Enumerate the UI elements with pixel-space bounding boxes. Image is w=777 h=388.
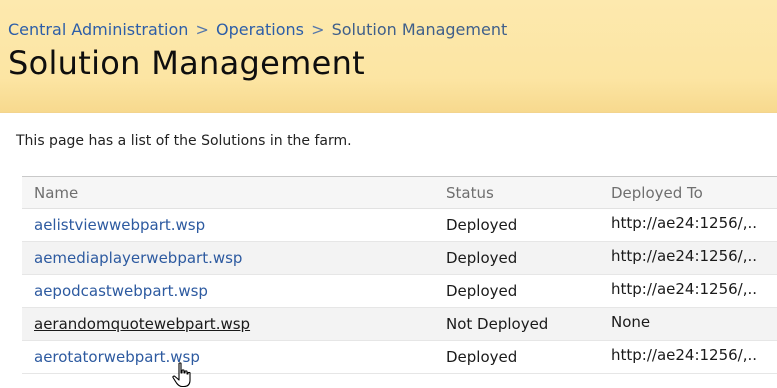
solution-status: Deployed (446, 249, 518, 267)
solution-deployed-to-cell: http://ae24:1256/,.. (611, 275, 777, 308)
solution-link[interactable]: aelistviewwebpart.wsp (34, 216, 205, 234)
page-description: This page has a list of the Solutions in… (16, 133, 352, 149)
solution-status: Deployed (446, 348, 518, 366)
solution-name-cell: aemediaplayerwebpart.wsp (22, 242, 446, 275)
column-header-status[interactable]: Status (446, 177, 611, 209)
solution-name-cell: aelistviewwebpart.wsp (22, 209, 446, 242)
breadcrumb-current: Solution Management (331, 20, 508, 39)
column-header-name[interactable]: Name (22, 177, 446, 209)
solutions-table-container: Name Status Deployed To aelistviewwebpar… (22, 176, 777, 374)
solution-name-cell: aerotatorwebpart.wsp (22, 341, 446, 374)
table-row: aelistviewwebpart.wsp Deployed http://ae… (22, 209, 777, 242)
solution-status: Deployed (446, 216, 518, 234)
solution-deployed-to: None (611, 313, 651, 331)
solution-status: Not Deployed (446, 315, 549, 333)
solution-deployed-to: http://ae24:1256/,.. (611, 214, 758, 232)
solutions-table: Name Status Deployed To aelistviewwebpar… (22, 176, 777, 374)
table-row: aerotatorwebpart.wsp Deployed http://ae2… (22, 341, 777, 374)
breadcrumb-operations[interactable]: Operations (216, 20, 304, 39)
title-banner: Central Administration > Operations > So… (0, 0, 777, 113)
table-header-row: Name Status Deployed To (22, 176, 777, 209)
table-row: aerandomquotewebpart.wsp Not Deployed No… (22, 307, 777, 341)
solution-name-cell: aepodcastwebpart.wsp (22, 275, 446, 308)
solution-status: Deployed (446, 282, 518, 300)
table-row: aemediaplayerwebpart.wsp Deployed http:/… (22, 241, 777, 275)
solution-link[interactable]: aerandomquotewebpart.wsp (34, 315, 250, 333)
solution-deployed-to: http://ae24:1256/,.. (611, 280, 758, 298)
column-header-deployed-to[interactable]: Deployed To (611, 177, 777, 209)
breadcrumb-separator: > (311, 20, 325, 39)
breadcrumb-separator: > (195, 20, 209, 39)
table-row: aepodcastwebpart.wsp Deployed http://ae2… (22, 275, 777, 308)
solution-link[interactable]: aemediaplayerwebpart.wsp (34, 249, 242, 267)
breadcrumb: Central Administration > Operations > So… (8, 20, 507, 39)
solution-link[interactable]: aerotatorwebpart.wsp (34, 348, 200, 366)
solution-deployed-to-cell: None (611, 308, 777, 341)
solution-name-cell: aerandomquotewebpart.wsp (22, 308, 446, 341)
solution-deployed-to-cell: http://ae24:1256/,.. (611, 341, 777, 374)
solution-deployed-to-cell: http://ae24:1256/,.. (611, 209, 777, 242)
solution-deployed-to: http://ae24:1256/,.. (611, 346, 758, 364)
page-title: Solution Management (8, 44, 366, 82)
breadcrumb-central-administration[interactable]: Central Administration (8, 20, 188, 39)
solution-deployed-to-cell: http://ae24:1256/,.. (611, 242, 777, 275)
solution-deployed-to: http://ae24:1256/,.. (611, 247, 758, 265)
solution-link[interactable]: aepodcastwebpart.wsp (34, 282, 208, 300)
